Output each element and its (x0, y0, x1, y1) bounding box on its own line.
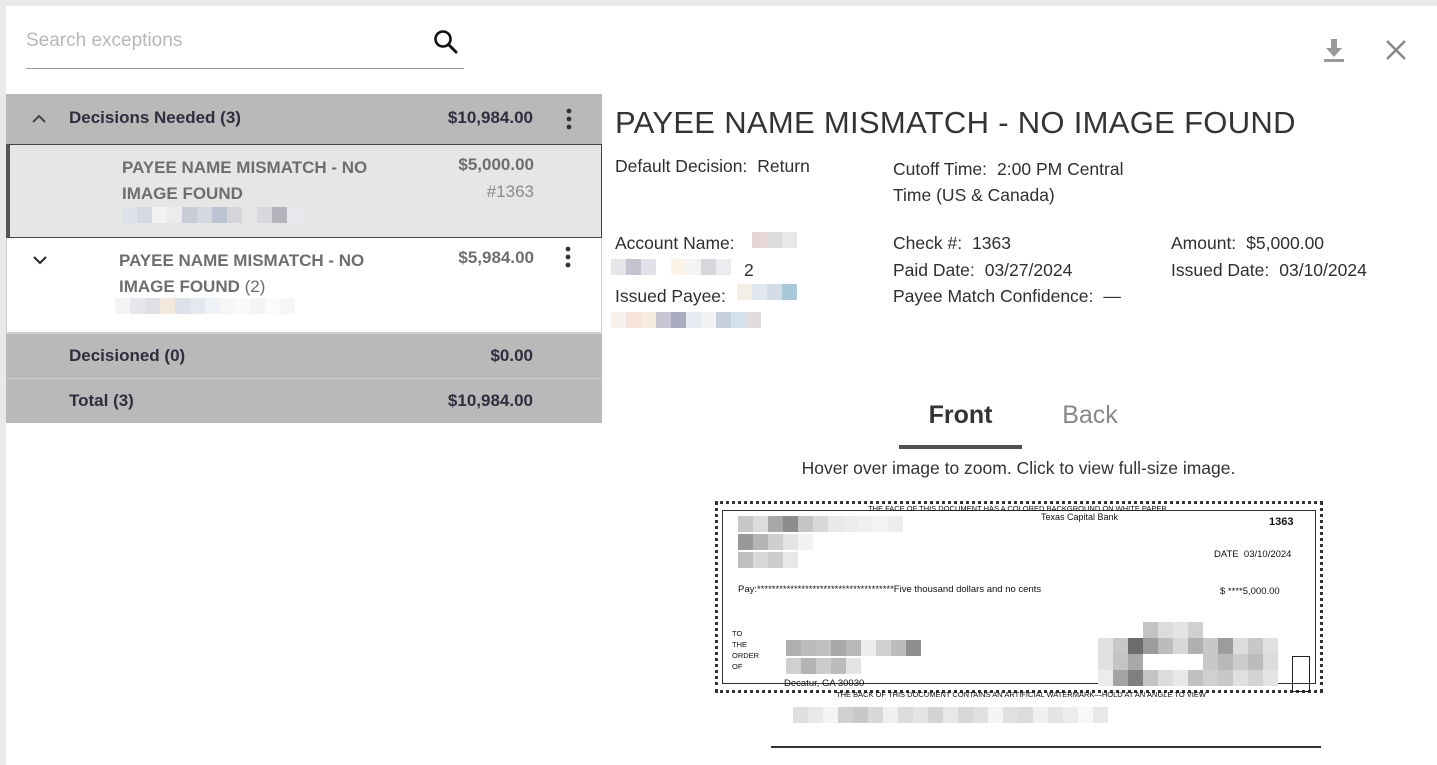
redacted-payee-2 (611, 312, 761, 328)
payee-match-confidence: Payee Match Confidence: — (893, 286, 1121, 306)
check-image[interactable]: THE FACE OF THIS DOCUMENT HAS A COLORED … (715, 501, 1323, 699)
amount: Amount: $5,000.00 (1171, 233, 1325, 253)
group-amount: $10,984.00 (447, 391, 533, 410)
search-icon[interactable] (432, 28, 460, 56)
group-amount: $0.00 (490, 346, 533, 365)
redacted-check-signature (1098, 622, 1218, 638)
tab-front[interactable]: Front (899, 401, 1022, 449)
check-corner-box (1292, 656, 1310, 692)
check-top-banner: THE FACE OF THIS DOCUMENT HAS A COLORED … (868, 504, 1167, 513)
redacted-check-signature-4 (1098, 670, 1278, 686)
check-to-the-order-of: TO THE ORDER OF (732, 629, 760, 671)
check-number-print: 1363 (1269, 516, 1294, 528)
item-title: PAYEE NAME MISMATCH - NO IMAGE FOUND (2) (119, 251, 365, 296)
exception-panel: Decisions Needed (3) $10,984.00 PAYEE NA… (6, 6, 1437, 765)
detail-title: PAYEE NAME MISMATCH - NO IMAGE FOUND (615, 105, 1296, 140)
group-decisions-needed[interactable]: Decisions Needed (3) $10,984.00 (6, 94, 602, 144)
account-suffix: 2 (744, 260, 754, 280)
redacted-micr-line (793, 707, 1108, 723)
exception-list: Decisions Needed (3) $10,984.00 PAYEE NA… (6, 94, 602, 423)
redacted-account-name (752, 232, 797, 248)
download-icon[interactable] (1321, 37, 1347, 63)
redacted-check-drawer-3 (738, 552, 798, 568)
redacted-check-drawer (738, 516, 903, 532)
issued-payee: Issued Payee: (615, 286, 726, 306)
group-label: Total (3) (69, 391, 134, 410)
group-amount: $10,984.00 (447, 108, 533, 127)
check-bottom-line (771, 746, 1321, 748)
group-label: Decisions Needed (3) (69, 108, 241, 127)
check-amount: $ ****5,000.00 (1220, 586, 1280, 597)
paid-date: Paid Date: 03/27/2024 (893, 260, 1073, 280)
check-bank: Texas Capital Bank (1041, 512, 1119, 522)
redacted-account (115, 298, 305, 314)
redacted-payee (737, 284, 797, 300)
item-check-number: #1363 (486, 182, 534, 201)
item-amount: $5,000.00 (458, 155, 534, 174)
account-name: Account Name: (615, 233, 735, 253)
more-options-icon[interactable] (562, 106, 576, 132)
issued-date: Issued Date: 03/10/2024 (1171, 260, 1367, 280)
group-decisioned[interactable]: Decisioned (0) $0.00 (6, 333, 602, 378)
search-bar (26, 20, 464, 69)
list-item[interactable]: PAYEE NAME MISMATCH - NO IMAGE FOUND (2)… (6, 238, 602, 333)
check-number: Check #: 1363 (893, 233, 1011, 253)
chevron-down-icon[interactable] (30, 250, 50, 270)
redacted-check-drawer-2 (738, 534, 813, 550)
check-pay-line: Pay:************************************… (738, 584, 1042, 595)
zoom-hint: Hover over image to zoom. Click to view … (801, 458, 1236, 478)
tab-back[interactable]: Back (1029, 401, 1151, 445)
group-label: Decisioned (0) (69, 346, 186, 365)
default-decision: Default Decision: Return (615, 156, 810, 176)
redacted-check-payee (786, 640, 921, 656)
redacted-account (122, 207, 312, 223)
redacted-check-signature-3 (1098, 654, 1278, 670)
chevron-up-icon[interactable] (29, 108, 49, 128)
redacted-account-number (611, 259, 731, 275)
item-title: PAYEE NAME MISMATCH - NO IMAGE FOUND (122, 158, 368, 203)
close-icon[interactable] (1383, 37, 1409, 63)
check-date: DATE 03/10/2024 (1214, 549, 1292, 560)
group-total: Total (3) $10,984.00 (6, 378, 602, 423)
redacted-check-payee-2 (786, 658, 861, 674)
more-options-icon[interactable] (561, 244, 575, 270)
redacted-check-signature-2 (1098, 638, 1278, 654)
list-item-selected[interactable]: PAYEE NAME MISMATCH - NO IMAGE FOUND $5,… (6, 144, 602, 238)
item-amount: $5,984.00 (458, 248, 534, 267)
search-input[interactable] (26, 26, 416, 56)
check-bottom-banner: THE BACK OF THIS DOCUMENT CONTAINS AN AR… (836, 690, 1206, 699)
cutoff-time: Cutoff Time: 2:00 PM Central Time (US & C… (893, 159, 1124, 205)
check-payee-city: Decatur, GA 30030 (784, 678, 865, 689)
